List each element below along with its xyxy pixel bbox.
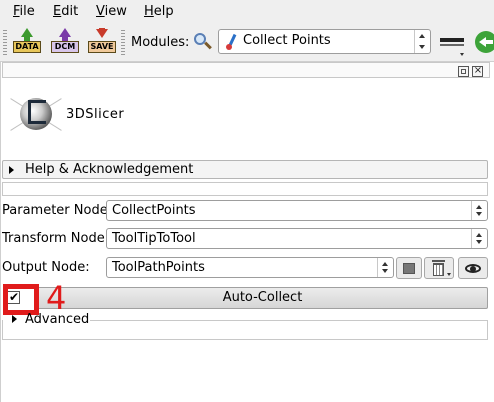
- undock-button[interactable]: [458, 66, 469, 77]
- delete-points-button[interactable]: [424, 257, 454, 279]
- menu-file[interactable]: File: [13, 4, 35, 19]
- toolbar-grip[interactable]: [3, 30, 7, 56]
- help-section-body: [2, 182, 488, 196]
- collect-points-icon: [225, 33, 239, 50]
- save-tag-icon: SAVE: [88, 41, 116, 53]
- panel-edge: [0, 62, 1, 402]
- dicom-tag-icon: DCM: [51, 41, 79, 53]
- advanced-section-label[interactable]: Advanced: [25, 312, 89, 327]
- logo-text: 3DSlicer: [66, 107, 125, 122]
- load-dicom-button[interactable]: DCM: [51, 28, 79, 58]
- trash-icon: [433, 263, 444, 276]
- transform-node-label: Transform Node:: [2, 231, 110, 246]
- save-button[interactable]: SAVE: [88, 28, 116, 58]
- expand-arrow-icon: [9, 166, 14, 174]
- chevron-down-icon: [460, 53, 464, 56]
- annotation-highlight-box: [3, 284, 39, 315]
- output-node-label: Output Node:: [2, 260, 90, 275]
- visibility-toggle-button[interactable]: [458, 257, 488, 279]
- undock-icon: [461, 69, 466, 74]
- module-history-icon[interactable]: [440, 34, 466, 56]
- transform-node-selector[interactable]: ToolTipToTool: [106, 228, 488, 249]
- spin-arrows-icon: [471, 201, 487, 220]
- spin-arrows-icon: [414, 30, 430, 53]
- close-panel-button[interactable]: ×: [472, 65, 483, 77]
- output-node-selector[interactable]: ToolPathPoints: [106, 257, 394, 278]
- parameter-node-value: CollectPoints: [112, 203, 196, 218]
- back-arrow-icon[interactable]: [475, 31, 494, 53]
- expand-arrow-icon[interactable]: [12, 315, 17, 323]
- parameter-node-selector[interactable]: CollectPoints: [106, 200, 488, 221]
- color-swatch-icon: [403, 263, 415, 274]
- menu-view[interactable]: View: [96, 4, 127, 19]
- chevron-down-icon: [447, 273, 451, 276]
- menu-help[interactable]: Help: [144, 4, 174, 19]
- parameter-node-label: Parameter Node:: [2, 203, 113, 218]
- output-node-color-button[interactable]: [396, 257, 422, 279]
- module-selector-value: Collect Points: [243, 33, 331, 48]
- auto-collect-button[interactable]: Auto-Collect: [37, 287, 488, 309]
- search-icon[interactable]: [193, 32, 213, 52]
- advanced-section-divider: [90, 320, 488, 321]
- data-tag-icon: DATA: [13, 41, 41, 53]
- modules-label: Modules:: [131, 35, 190, 50]
- toolbar-grip[interactable]: [121, 30, 125, 56]
- menu-bar: File Edit View Help: [0, 0, 494, 24]
- module-selector[interactable]: Collect Points: [218, 29, 431, 54]
- load-data-button[interactable]: DATA: [13, 28, 41, 58]
- spin-arrows-icon: [471, 229, 487, 248]
- output-node-value: ToolPathPoints: [112, 260, 205, 275]
- transform-node-value: ToolTipToTool: [112, 231, 196, 246]
- help-acknowledgement-section[interactable]: Help & Acknowledgement: [2, 160, 488, 179]
- module-panel-titlebar: [2, 62, 490, 78]
- close-icon: ×: [473, 65, 483, 76]
- help-section-label: Help & Acknowledgement: [25, 162, 194, 177]
- slicer-logo: [6, 88, 66, 144]
- menu-edit[interactable]: Edit: [53, 4, 78, 19]
- spin-arrows-icon: [377, 258, 393, 277]
